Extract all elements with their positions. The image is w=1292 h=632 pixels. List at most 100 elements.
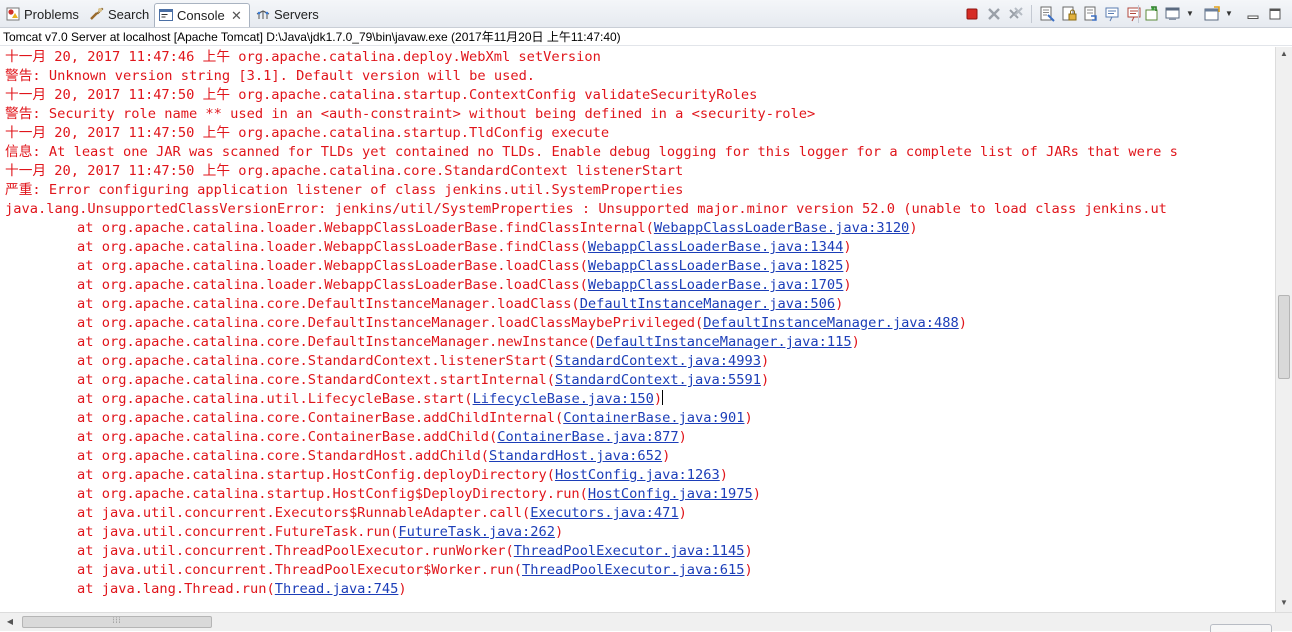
show-on-stderr-icon[interactable] <box>1126 5 1144 23</box>
horizontal-scrollbar[interactable]: ◀ ⁞⁞⁞ <box>0 612 1292 631</box>
stack-trace-line: at org.apache.catalina.core.StandardCont… <box>77 352 769 371</box>
remove-launch-icon[interactable] <box>985 5 1003 23</box>
show-on-stdout-icon[interactable] <box>1104 5 1122 23</box>
source-link[interactable]: ThreadPoolExecutor.java:1145 <box>514 543 745 559</box>
stack-frame-method: at org.apache.catalina.core.StandardHost… <box>77 448 490 464</box>
toolbar-separator <box>1031 5 1032 23</box>
scroll-down-icon[interactable]: ▼ <box>1276 598 1292 607</box>
stack-frame-method: at org.apache.catalina.core.DefaultInsta… <box>77 334 597 350</box>
stack-trace-line: at org.apache.catalina.loader.WebappClas… <box>77 219 918 238</box>
console-line: 十一月 20, 2017 11:47:50 上午 org.apache.cata… <box>5 125 610 141</box>
stack-trace-line: at java.util.concurrent.ThreadPoolExecut… <box>77 561 753 580</box>
stack-frame-method: at org.apache.catalina.util.LifecycleBas… <box>77 391 473 407</box>
tab-search[interactable]: Search <box>86 3 152 27</box>
maximize-icon[interactable] <box>1266 5 1284 23</box>
source-link[interactable]: StandardContext.java:4993 <box>555 353 761 369</box>
source-link[interactable]: WebappClassLoaderBase.java:1705 <box>588 277 843 293</box>
source-link[interactable]: Executors.java:471 <box>530 505 678 521</box>
source-link[interactable]: DefaultInstanceManager.java:115 <box>596 334 851 350</box>
stack-frame-close-paren: ) <box>843 277 852 293</box>
stack-frame-method: at org.apache.catalina.loader.WebappClas… <box>77 220 654 236</box>
process-title: Tomcat v7.0 Server at localhost [Apache … <box>0 28 1292 46</box>
source-link[interactable]: DefaultInstanceManager.java:488 <box>703 315 958 331</box>
stack-frame-close-paren: ) <box>678 429 687 445</box>
stack-trace-line: at org.apache.catalina.core.DefaultInsta… <box>77 295 843 314</box>
tab-console[interactable]: Console ✕ <box>154 3 250 27</box>
clear-console-icon[interactable] <box>1038 5 1056 23</box>
stack-trace-line: at org.apache.catalina.core.StandardCont… <box>77 371 769 390</box>
stack-frame-method: at org.apache.catalina.core.DefaultInsta… <box>77 296 580 312</box>
source-link[interactable]: HostConfig.java:1975 <box>588 486 753 502</box>
stack-frame-close-paren: ) <box>744 543 753 559</box>
chevron-down-icon[interactable]: ▼ <box>1186 5 1194 23</box>
stack-frame-method: at org.apache.catalina.core.DefaultInsta… <box>77 315 704 331</box>
console-line: 十一月 20, 2017 11:47:46 上午 org.apache.cata… <box>5 49 601 65</box>
stack-frame-close-paren: ) <box>554 524 564 540</box>
console-output[interactable]: 十一月 20, 2017 11:47:46 上午 org.apache.cata… <box>0 47 1275 612</box>
stack-trace-line: at java.util.concurrent.ThreadPoolExecut… <box>77 542 753 561</box>
scroll-lock-icon[interactable] <box>1060 5 1078 23</box>
source-link[interactable]: Thread.java:745 <box>275 581 399 597</box>
stack-trace-line: at org.apache.catalina.loader.WebappClas… <box>77 276 852 295</box>
stack-frame-close-paren: ) <box>843 258 852 274</box>
console-line: 警告: Unknown version string [3.1]. Defaul… <box>5 68 536 84</box>
stack-frame-method: at org.apache.catalina.loader.WebappClas… <box>77 277 588 293</box>
stack-trace-line: at org.apache.catalina.util.LifecycleBas… <box>77 390 664 409</box>
stack-frame-method: at java.lang.Thread.run( <box>77 581 275 597</box>
word-wrap-icon[interactable] <box>1082 5 1100 23</box>
source-link[interactable]: StandardHost.java:652 <box>489 448 662 464</box>
stack-frame-method: at org.apache.catalina.core.ContainerBas… <box>77 410 564 426</box>
stack-trace-line: at java.util.concurrent.FutureTask.run(F… <box>77 523 563 542</box>
stack-frame-close-paren: ) <box>662 448 671 464</box>
source-link[interactable]: HostConfig.java:1263 <box>555 467 720 483</box>
remove-all-terminated-icon[interactable] <box>1007 5 1025 23</box>
source-link[interactable]: ThreadPoolExecutor.java:615 <box>522 562 745 578</box>
stack-trace-line: at org.apache.catalina.loader.WebappClas… <box>77 257 852 276</box>
tab-label: Servers <box>274 7 319 22</box>
stack-frame-close-paren: ) <box>752 486 761 502</box>
stack-frame-close-paren: ) <box>835 296 844 312</box>
vertical-scrollbar[interactable]: ▲ ▼ <box>1275 47 1292 612</box>
tab-servers[interactable]: Servers <box>252 3 324 27</box>
stack-trace-line: at java.lang.Thread.run(Thread.java:745) <box>77 580 407 599</box>
stack-frame-close-paren: ) <box>909 220 918 236</box>
open-console-icon[interactable] <box>1203 5 1221 23</box>
vertical-scroll-thumb[interactable] <box>1278 295 1290 379</box>
chevron-down-icon[interactable]: ▼ <box>1225 5 1233 23</box>
stack-frame-close-paren: ) <box>843 239 852 255</box>
console-line: 严重: Error configuring application listen… <box>5 182 684 198</box>
stack-frame-close-paren: ) <box>760 372 770 388</box>
stack-frame-close-paren: ) <box>678 505 687 521</box>
stack-frame-close-paren: ) <box>653 391 663 407</box>
source-link[interactable]: LifecycleBase.java:150 <box>473 391 654 407</box>
source-link[interactable]: ContainerBase.java:901 <box>563 410 744 426</box>
minimize-icon[interactable] <box>1244 5 1262 23</box>
console-icon <box>159 9 173 21</box>
tab-label: Problems <box>24 7 79 22</box>
stack-trace-line: at org.apache.catalina.startup.HostConfi… <box>77 466 728 485</box>
display-console-icon[interactable] <box>1164 5 1182 23</box>
source-link[interactable]: WebappClassLoaderBase.java:3120 <box>654 220 909 236</box>
pin-console-icon[interactable] <box>1143 5 1161 23</box>
scroll-up-icon[interactable]: ▲ <box>1276 49 1292 58</box>
stack-trace-line: at org.apache.catalina.core.ContainerBas… <box>77 409 753 428</box>
terminate-icon[interactable] <box>963 5 981 23</box>
stack-frame-close-paren: ) <box>760 353 770 369</box>
stack-frame-method: at org.apache.catalina.core.StandardCont… <box>77 353 555 369</box>
search-icon <box>90 7 104 20</box>
source-link[interactable]: ContainerBase.java:877 <box>497 429 678 445</box>
toolbar-separator <box>1138 5 1139 23</box>
source-link[interactable]: DefaultInstanceManager.java:506 <box>580 296 835 312</box>
tab-problems[interactable]: Problems <box>2 3 86 27</box>
source-link[interactable]: WebappClassLoaderBase.java:1344 <box>588 239 843 255</box>
source-link[interactable]: WebappClassLoaderBase.java:1825 <box>588 258 843 274</box>
stack-frame-method: at org.apache.catalina.startup.HostConfi… <box>77 486 588 502</box>
close-icon[interactable]: ✕ <box>231 5 242 27</box>
view-tab-bar: Problems Search Console ✕ Servers ▼ ▼ <box>0 0 1292 28</box>
source-link[interactable]: StandardContext.java:5591 <box>555 372 761 388</box>
source-link[interactable]: FutureTask.java:262 <box>398 524 555 540</box>
scroll-left-icon[interactable]: ◀ <box>2 617 18 626</box>
stack-frame-method: at java.util.concurrent.ThreadPoolExecut… <box>77 543 514 559</box>
servers-icon <box>256 10 270 19</box>
horizontal-scroll-thumb[interactable]: ⁞⁞⁞ <box>22 616 212 628</box>
